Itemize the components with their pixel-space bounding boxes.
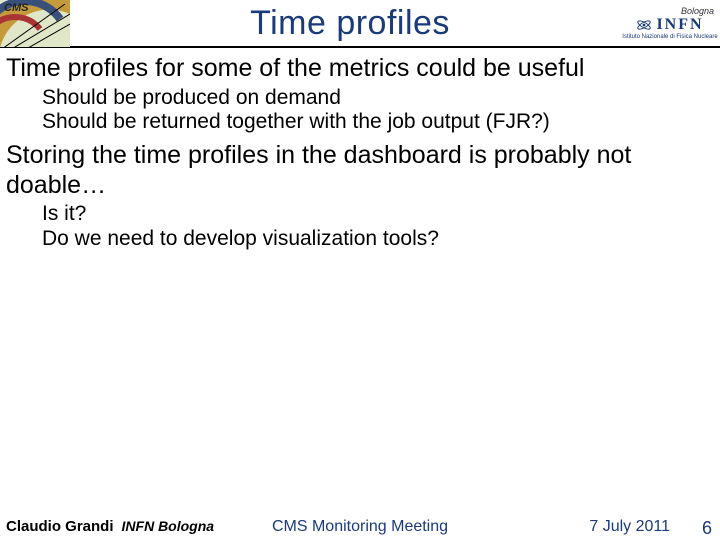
bullet-2: Storing the time profiles in the dashboa…	[6, 141, 714, 200]
body: Time profiles for some of the metrics co…	[0, 48, 720, 252]
infn-logo: Bologna INFN Istituto Nazionale di Fisic…	[620, 0, 720, 47]
slide: CMS Time profiles Bologna INFN Istituto …	[0, 0, 720, 540]
bullet-1: Time profiles for some of the metrics co…	[6, 54, 714, 84]
infn-sub: Istituto Nazionale di Fisica Nucleare	[622, 34, 717, 40]
cms-logo: CMS	[0, 0, 70, 47]
footer-affiliation: INFN Bologna	[122, 518, 215, 534]
footer-page: 6	[702, 518, 712, 539]
footer-author: Claudio Grandi	[6, 518, 114, 535]
title-wrap: Time profiles	[80, 4, 620, 43]
page-title: Time profiles	[80, 4, 620, 43]
header: CMS Time profiles Bologna INFN Istituto …	[0, 0, 720, 48]
cms-logo-label: CMS	[4, 2, 28, 14]
bullet-2-sub-2: Do we need to develop visualization tool…	[42, 227, 714, 252]
footer-meeting: CMS Monitoring Meeting	[272, 518, 448, 536]
bullet-1-sub-1: Should be produced on demand	[42, 86, 714, 111]
bullet-1-sub-2: Should be returned together with the job…	[42, 110, 714, 135]
infn-text: INFN	[656, 16, 703, 34]
footer: Claudio Grandi INFN Bologna CMS Monitori…	[0, 518, 720, 536]
bullet-2-sub-1: Is it?	[42, 202, 714, 227]
infn-row: INFN	[636, 16, 703, 34]
atom-icon	[636, 17, 652, 33]
infn-city: Bologna	[681, 6, 714, 16]
footer-date: 7 July 2011	[589, 518, 670, 536]
